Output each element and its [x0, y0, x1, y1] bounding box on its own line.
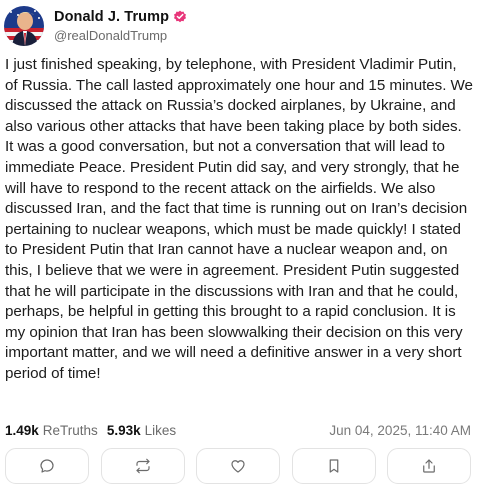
like-button[interactable]	[196, 448, 280, 484]
reply-icon	[40, 459, 54, 473]
likes-count[interactable]: 5.93k	[107, 423, 141, 438]
post-text: I just finished speaking, by telephone, …	[5, 56, 473, 382]
post-stats: 1.49k ReTruths 5.93k Likes Jun 04, 2025,…	[5, 420, 471, 440]
post-timestamp[interactable]: Jun 04, 2025, 11:40 AM	[329, 423, 471, 438]
share-icon	[423, 459, 435, 473]
avatar-image	[4, 6, 44, 46]
bookmark-button[interactable]	[291, 448, 376, 484]
display-name-row: Donald J. Trump	[54, 7, 187, 27]
action-bar	[5, 448, 471, 486]
like-icon	[231, 460, 245, 473]
post-card: Donald J. Trump @realDonaldTrump I just …	[0, 0, 480, 489]
retruths-count[interactable]: 1.49k	[5, 423, 39, 438]
retruths-label[interactable]: ReTruths	[43, 423, 98, 438]
author-names: Donald J. Trump @realDonaldTrump	[54, 7, 187, 45]
reply-button[interactable]	[5, 448, 89, 484]
display-name[interactable]: Donald J. Trump	[54, 9, 169, 25]
post-header: Donald J. Trump @realDonaldTrump	[4, 4, 187, 48]
author-handle[interactable]: @realDonaldTrump	[54, 27, 187, 45]
retruth-icon	[135, 458, 150, 474]
share-button[interactable]	[387, 448, 471, 484]
bookmark-icon	[329, 459, 338, 473]
retruth-button[interactable]	[100, 448, 185, 484]
verified-badge-icon	[173, 10, 187, 24]
likes-label[interactable]: Likes	[145, 423, 177, 438]
avatar[interactable]	[4, 6, 44, 46]
